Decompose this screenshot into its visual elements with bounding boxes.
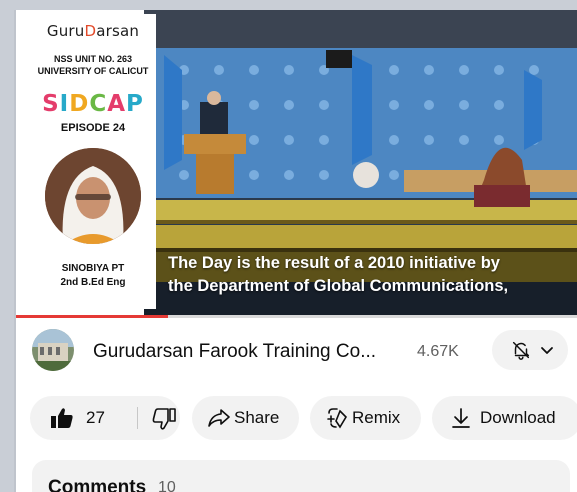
video-progress-fill [16,315,168,318]
like-count[interactable]: 27 [86,408,105,428]
unit-text: NSS UNIT NO. 263 [53,54,133,64]
download-button[interactable]: Download [432,396,577,440]
series-logo: SIDCAP [42,91,144,117]
download-label: Download [480,408,556,427]
notification-button[interactable] [492,330,568,370]
like-divider [137,407,138,429]
video-page: GuruDarsan NSS UNIT NO. 263 UNIVERSITY O… [14,10,577,492]
remix-button[interactable]: Remix [310,396,421,440]
like-dislike-group: 27 [30,396,180,440]
video-caption: The Day is the result of a 2010 initiati… [168,252,577,298]
share-label: Share [234,408,280,427]
thumbs-down-icon[interactable] [152,408,176,430]
caption-line: the Department of Global Communications, [168,277,509,295]
comments-count: 10 [158,479,176,492]
channel-avatar[interactable] [32,329,74,371]
episode-label: EPISODE 24 [60,122,126,134]
action-row: 27 Share Remix Download [16,396,577,440]
channel-name[interactable]: Gurudarsan Farook Training Co... [93,341,376,363]
share-button[interactable]: Share [192,396,299,440]
video-player[interactable]: GuruDarsan NSS UNIT NO. 263 UNIVERSITY O… [16,10,577,315]
presenter-photo [45,148,141,244]
subscriber-count: 4.67K [417,343,459,360]
presenter-class: 2nd B.Ed Eng [60,277,126,288]
episode-card: GuruDarsan NSS UNIT NO. 263 UNIVERSITY O… [30,14,156,309]
presenter-info: SINOBIYA PT 2nd B.Ed Eng [30,262,156,290]
comments-title: Comments [48,477,147,492]
download-icon [452,408,470,428]
comments-section[interactable]: Comments 10 [32,460,570,492]
bell-off-icon [512,341,530,360]
channel-row: Gurudarsan Farook Training Co... 4.67K [16,328,577,376]
remix-label: Remix [352,408,401,427]
chevron-down-icon [541,347,553,354]
remix-icon [327,408,348,429]
presenter-name: SINOBIYA PT [61,263,125,274]
video-progress-bar[interactable] [16,315,577,318]
caption-line: The Day is the result of a 2010 initiati… [168,254,500,272]
share-icon [208,409,230,427]
university-text: UNIVERSITY OF CALICUT [37,66,149,76]
thumbs-up-icon[interactable] [50,407,74,429]
brand-logo: GuruDarsan [46,22,140,40]
